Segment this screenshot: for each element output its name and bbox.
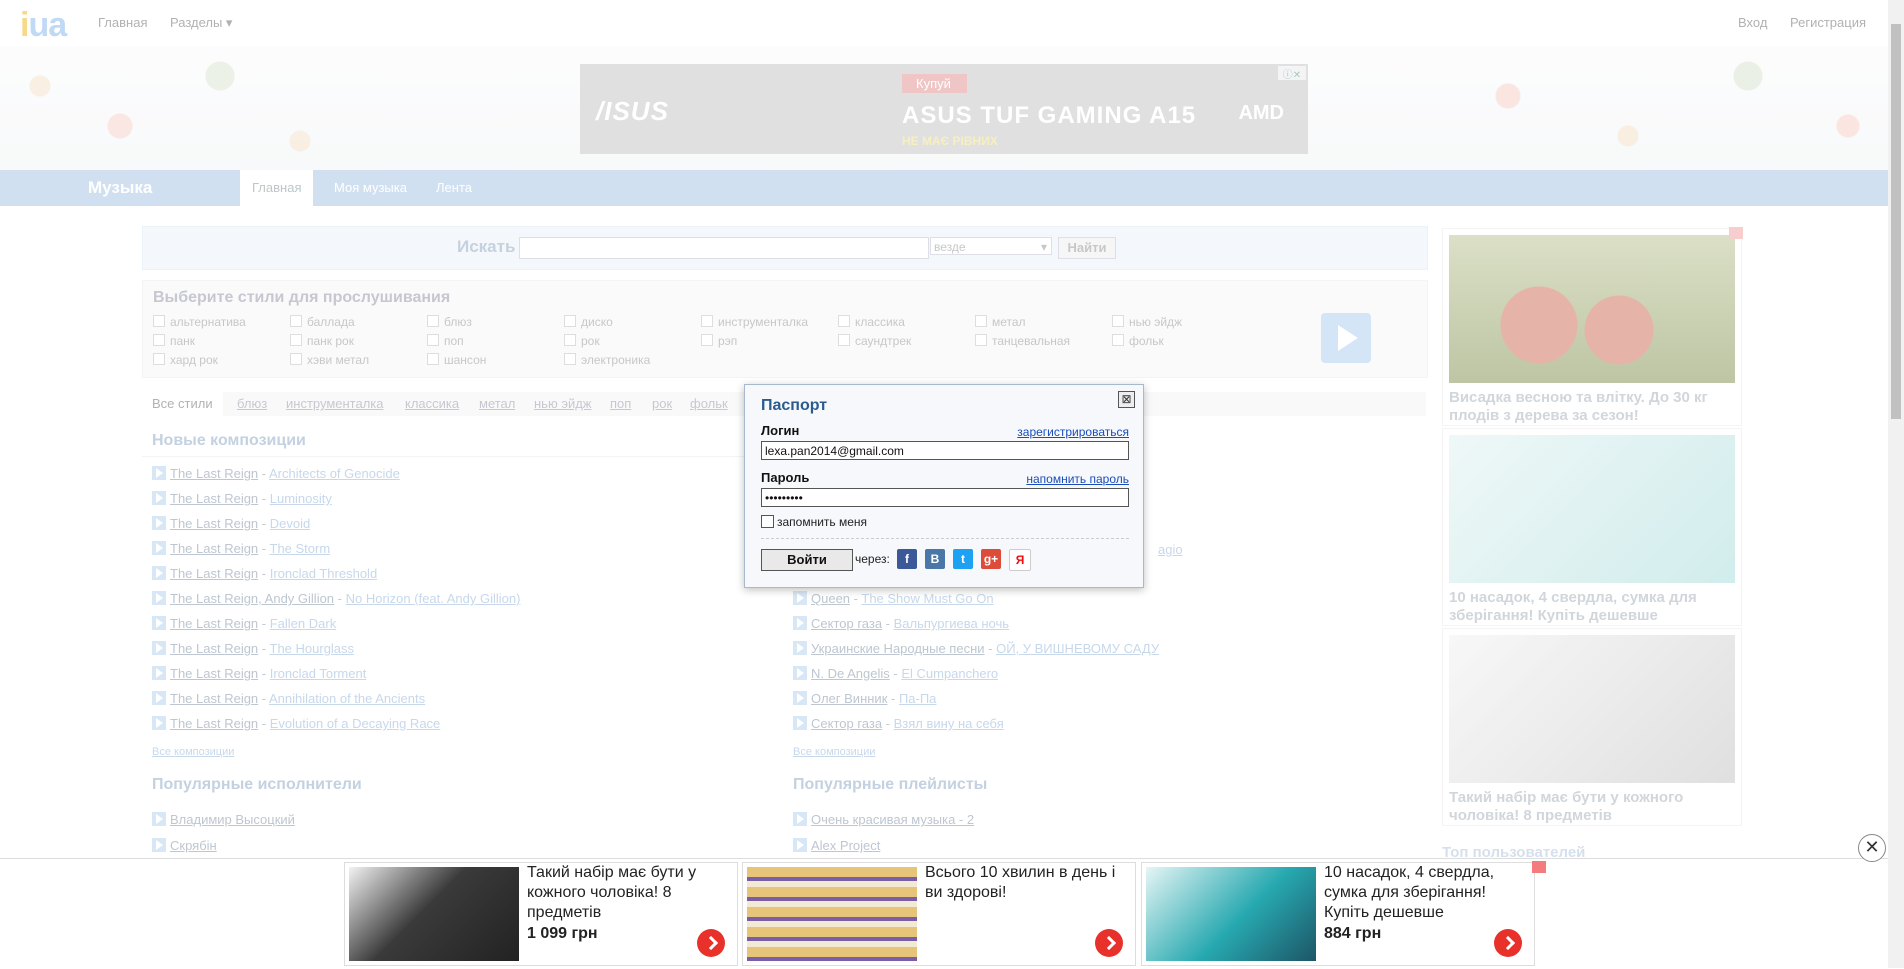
login-field[interactable] <box>761 441 1129 460</box>
arrow-right-icon[interactable] <box>1095 929 1123 957</box>
google-plus-icon[interactable]: g+ <box>981 549 1001 569</box>
scrollbar-thumb[interactable] <box>1891 24 1901 419</box>
arrow-right-icon[interactable] <box>697 929 725 957</box>
password-field[interactable] <box>761 488 1129 507</box>
arrow-right-icon[interactable] <box>1494 929 1522 957</box>
ad-text: Такий набір має бути у кожного чоловіка!… <box>527 864 697 921</box>
ad-image <box>747 867 917 961</box>
bottom-ad-card[interactable]: 10 насадок, 4 свердла, сумка для зберіга… <box>1141 861 1546 966</box>
ad-text: 10 насадок, 4 свердла, сумка для зберіга… <box>1324 864 1495 921</box>
facebook-icon[interactable]: f <box>897 549 917 569</box>
dialog-title: Паспорт <box>761 397 828 414</box>
twitter-icon[interactable]: t <box>953 549 973 569</box>
close-icon[interactable]: ✕ <box>1858 834 1886 862</box>
password-label: Пароль <box>761 470 810 485</box>
remind-password-link[interactable]: напомнить пароль <box>1026 472 1129 486</box>
vkontakte-icon[interactable]: B <box>925 549 945 569</box>
divider <box>761 538 1129 539</box>
via-label: через: <box>855 552 890 566</box>
scrollbar[interactable] <box>1888 0 1904 968</box>
close-icon[interactable]: ⊠ <box>1118 391 1135 408</box>
yandex-icon[interactable]: Я <box>1009 549 1031 571</box>
login-button[interactable]: Войти <box>761 549 853 571</box>
bottom-ad-card[interactable]: Всього 10 хвилин в день і ви здорові! <box>742 862 1136 966</box>
ad-price: 884 грн <box>1324 925 1382 942</box>
ad-text: Всього 10 хвилин в день і ви здорові! <box>925 864 1116 901</box>
ad-image <box>349 867 519 961</box>
login-label: Логин <box>761 423 800 438</box>
passport-dialog: Паспорт ⊠ Логин зарегистрироваться Парол… <box>744 384 1144 588</box>
remember-me-label: запомнить меня <box>777 515 868 529</box>
ad-price: 1 099 грн <box>527 925 598 942</box>
register-link[interactable]: зарегистрироваться <box>1017 425 1129 439</box>
checkbox-icon[interactable] <box>761 515 774 528</box>
ad-marker-icon <box>1532 861 1546 873</box>
ad-image <box>1146 867 1316 961</box>
bottom-ad-card[interactable]: Такий набір має бути у кожного чоловіка!… <box>344 862 738 966</box>
remember-me-checkbox[interactable]: запомнить меня <box>761 515 867 529</box>
